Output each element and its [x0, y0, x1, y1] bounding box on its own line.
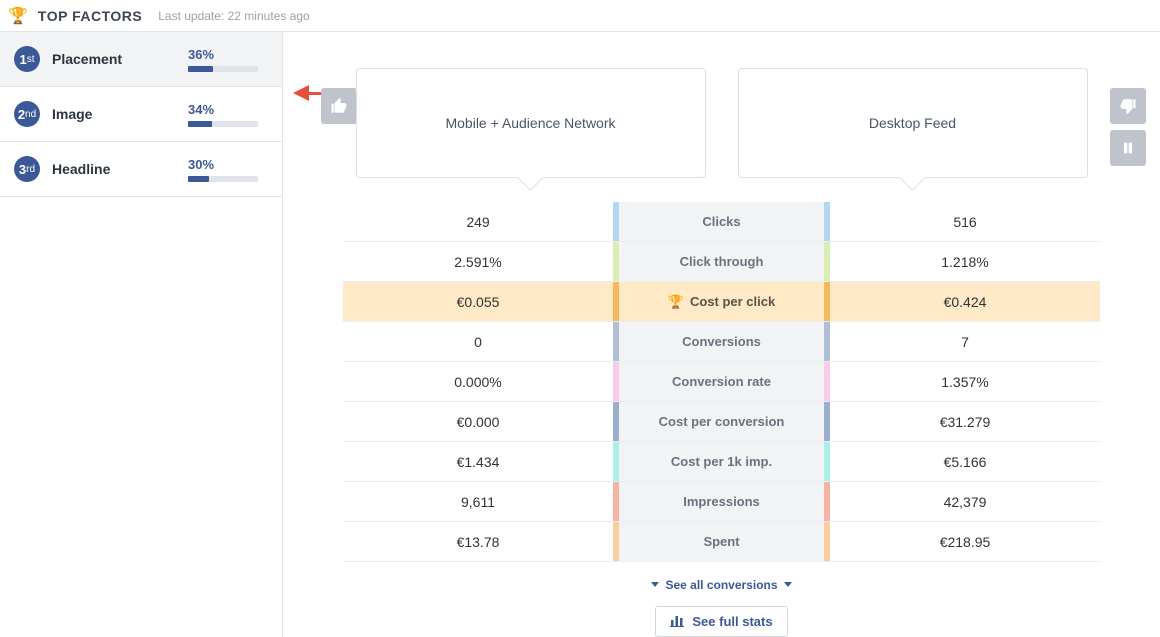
- like-button[interactable]: [321, 88, 357, 124]
- bubble-right: Desktop Feed: [738, 68, 1088, 178]
- below-table-links: See all conversions See full stats: [283, 574, 1160, 637]
- page-title: TOP FACTORS: [38, 8, 142, 24]
- see-all-label: See all conversions: [665, 578, 777, 592]
- trophy-icon: 🏆: [668, 294, 684, 310]
- metric-label: Click through: [619, 242, 824, 281]
- factor-row-headline[interactable]: 3rd Headline30%: [0, 142, 282, 197]
- metric-label: Cost per 1k imp.: [619, 442, 824, 481]
- sidebar: 1st Placement36% 2nd Image34% 3rd Headline30%: [0, 32, 283, 637]
- see-full-stats-button[interactable]: See full stats: [655, 606, 787, 637]
- metric-left-value: 2.591%: [343, 242, 613, 281]
- metric-right-value: 7: [830, 322, 1100, 361]
- metric-label: Cost per conversion: [619, 402, 824, 441]
- metric-row-conversions: 0Conversions7: [343, 322, 1100, 362]
- metric-right-value: €218.95: [830, 522, 1100, 561]
- metric-label: Spent: [619, 522, 824, 561]
- factor-row-image[interactable]: 2nd Image34%: [0, 87, 282, 142]
- metric-left-value: €1.434: [343, 442, 613, 481]
- factor-metric: 30%: [188, 157, 268, 182]
- metric-row-click_through: 2.591%Click through1.218%: [343, 242, 1100, 282]
- bubble-right-label: Desktop Feed: [869, 115, 956, 131]
- metric-label: Conversion rate: [619, 362, 824, 401]
- chevron-down-icon: [651, 582, 659, 587]
- metric-left-value: €13.78: [343, 522, 613, 561]
- factor-name: Image: [52, 106, 188, 122]
- metric-left-value: €0.000: [343, 402, 613, 441]
- metric-row-cost_per_conv: €0.000Cost per conversion€31.279: [343, 402, 1100, 442]
- metric-left-value: €0.055: [343, 282, 613, 321]
- factor-percent: 36%: [188, 47, 268, 62]
- metric-right-value: €31.279: [830, 402, 1100, 441]
- metric-left-value: 249: [343, 202, 613, 241]
- metric-row-cost_per_1k: €1.434Cost per 1k imp.€5.166: [343, 442, 1100, 482]
- chevron-down-icon: [784, 582, 792, 587]
- factor-percent: 34%: [188, 102, 268, 117]
- main: 1st Placement36% 2nd Image34% 3rd Headline30%…: [0, 32, 1160, 637]
- full-stats-label: See full stats: [692, 614, 772, 629]
- pause-icon: [1120, 140, 1136, 156]
- metric-right-value: 1.357%: [830, 362, 1100, 401]
- factor-metric: 34%: [188, 102, 268, 127]
- thumbs-up-icon: [330, 97, 348, 115]
- content: Mobile + Audience Network Desktop Feed 2…: [283, 32, 1160, 637]
- comparison-bubbles: Mobile + Audience Network Desktop Feed: [343, 68, 1100, 178]
- metric-right-value: 1.218%: [830, 242, 1100, 281]
- metric-left-value: 0: [343, 322, 613, 361]
- rank-badge: 2nd: [14, 101, 40, 127]
- metric-left-value: 0.000%: [343, 362, 613, 401]
- metric-left-value: 9,611: [343, 482, 613, 521]
- metric-table: 249Clicks5162.591%Click through1.218%€0.…: [343, 202, 1100, 562]
- factor-name: Headline: [52, 161, 188, 177]
- metric-row-clicks: 249Clicks516: [343, 202, 1100, 242]
- trophy-icon: 🏆: [8, 6, 28, 26]
- bubble-left: Mobile + Audience Network: [356, 68, 706, 178]
- rank-badge: 1st: [14, 46, 40, 72]
- metric-right-value: 516: [830, 202, 1100, 241]
- metric-row-cost_per_click: €0.055🏆Cost per click€0.424: [343, 282, 1100, 322]
- topbar: 🏆 TOP FACTORS Last update: 22 minutes ag…: [0, 0, 1160, 32]
- metric-label: Conversions: [619, 322, 824, 361]
- factor-name: Placement: [52, 51, 188, 67]
- metric-right-value: €0.424: [830, 282, 1100, 321]
- metric-right-value: €5.166: [830, 442, 1100, 481]
- factor-bar: [188, 66, 258, 72]
- factor-percent: 30%: [188, 157, 268, 172]
- metric-right-value: 42,379: [830, 482, 1100, 521]
- thumbs-down-icon: [1119, 97, 1137, 115]
- rank-badge: 3rd: [14, 156, 40, 182]
- pause-button[interactable]: [1110, 130, 1146, 166]
- factor-row-placement[interactable]: 1st Placement36%: [0, 32, 282, 87]
- metric-label: 🏆Cost per click: [619, 282, 824, 321]
- see-all-conversions-link[interactable]: See all conversions: [645, 578, 797, 592]
- metric-row-impressions: 9,611Impressions42,379: [343, 482, 1100, 522]
- dislike-button[interactable]: [1110, 88, 1146, 124]
- bar-chart-icon: [670, 615, 684, 627]
- last-update: Last update: 22 minutes ago: [158, 9, 309, 23]
- metric-row-conversion_rate: 0.000%Conversion rate1.357%: [343, 362, 1100, 402]
- bubble-left-label: Mobile + Audience Network: [445, 115, 615, 131]
- metric-label: Impressions: [619, 482, 824, 521]
- metric-label: Clicks: [619, 202, 824, 241]
- metric-row-spent: €13.78Spent€218.95: [343, 522, 1100, 562]
- factor-bar: [188, 176, 258, 182]
- factor-metric: 36%: [188, 47, 268, 72]
- factor-bar: [188, 121, 258, 127]
